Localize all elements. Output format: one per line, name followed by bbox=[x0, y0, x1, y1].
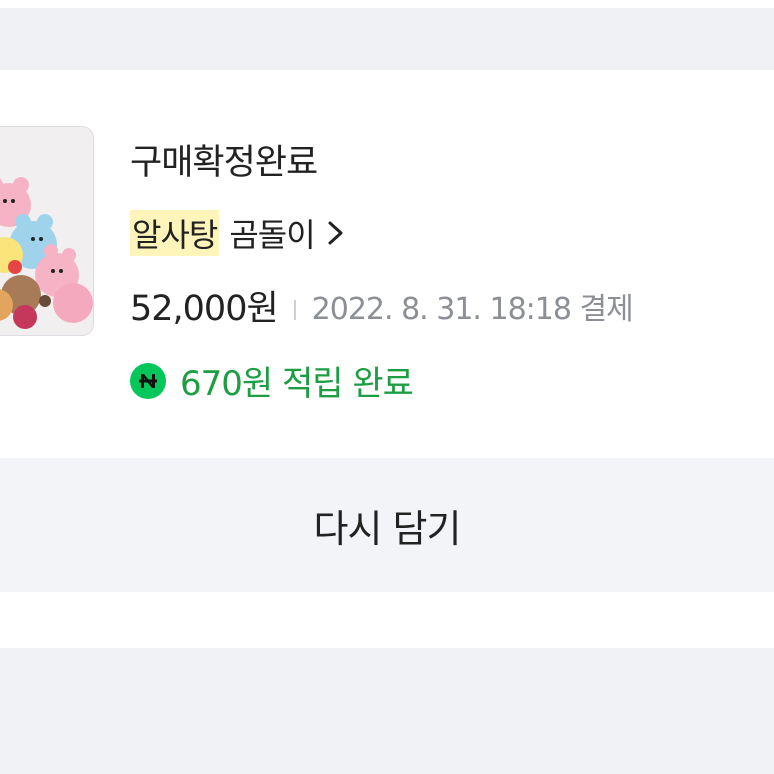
product-thumbnail[interactable] bbox=[0, 126, 94, 336]
top-strip bbox=[0, 0, 774, 8]
product-name: 곰돌이 bbox=[229, 216, 315, 254]
store-name: 알사탕 bbox=[130, 210, 220, 256]
payment-date: 2022. 8. 31. 18:18 결제 bbox=[311, 291, 634, 327]
chevron-right-icon bbox=[325, 218, 347, 248]
points-earned: 670원 적립 완료 bbox=[180, 364, 414, 404]
price-row: 52,000원 2022. 8. 31. 18:18 결제 bbox=[130, 280, 634, 331]
plush-bears-image bbox=[0, 127, 93, 335]
store-link[interactable]: 알사탕 곰돌이 bbox=[130, 210, 347, 256]
order-detail-page: 구매확정완료 알사탕 곰돌이 52,000원 2022. 8. 31. 18:1… bbox=[0, 0, 774, 774]
naverpay-n-icon bbox=[130, 362, 166, 399]
points-row: 670원 적립 완료 bbox=[130, 356, 414, 405]
order-price: 52,000원 bbox=[130, 289, 279, 329]
rebuy-button[interactable]: 다시 담기 bbox=[0, 458, 774, 592]
bottom-background bbox=[0, 648, 774, 774]
order-card: 구매확정완료 알사탕 곰돌이 52,000원 2022. 8. 31. 18:1… bbox=[0, 70, 774, 458]
divider bbox=[293, 299, 296, 320]
order-status: 구매확정완료 bbox=[130, 143, 318, 183]
section-spacer bbox=[0, 592, 774, 648]
